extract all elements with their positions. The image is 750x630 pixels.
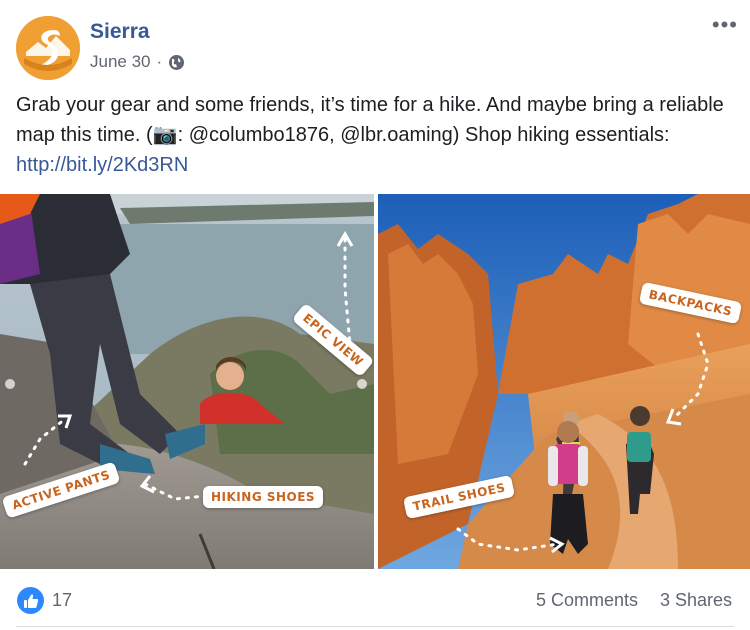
footer-divider — [16, 626, 734, 627]
comments-count-link[interactable]: 5 Comments — [536, 590, 638, 611]
photo-grid: EPIC VIEW ACTIVE PANTS HIKING SHOES BACK… — [0, 194, 750, 569]
avatar[interactable] — [16, 16, 80, 80]
author-name[interactable]: Sierra — [90, 20, 150, 44]
meta-separator: · — [156, 52, 163, 71]
like-reaction-icon[interactable] — [17, 587, 44, 614]
photo-left-climbing[interactable]: EPIC VIEW ACTIVE PANTS HIKING SHOES — [0, 194, 374, 569]
photo-right-canyon[interactable]: BACKPACKS TRAIL SHOES — [378, 194, 750, 569]
tag-hiking-shoes: HIKING SHOES — [203, 486, 324, 508]
thumbs-up-icon — [23, 594, 38, 608]
globe-icon[interactable] — [168, 54, 185, 71]
sierra-logo-icon — [16, 16, 80, 80]
post-text: Grab your gear and some friends, it’s ti… — [16, 90, 736, 180]
post-link[interactable]: http://bit.ly/2Kd3RN — [16, 154, 188, 176]
post-card: Sierra June 30 · ••• Grab your gear and … — [0, 0, 750, 630]
climbing-photo-image — [0, 194, 374, 569]
post-meta: June 30 · — [90, 52, 185, 72]
post-text-body: Grab your gear and some friends, it’s ti… — [16, 94, 724, 146]
more-options-icon[interactable]: ••• — [712, 14, 738, 36]
shares-count-link[interactable]: 3 Shares — [660, 590, 732, 611]
post-footer: 17 5 Comments 3 Shares — [0, 580, 750, 620]
like-count[interactable]: 17 — [52, 590, 72, 611]
post-date[interactable]: June 30 — [90, 52, 151, 72]
